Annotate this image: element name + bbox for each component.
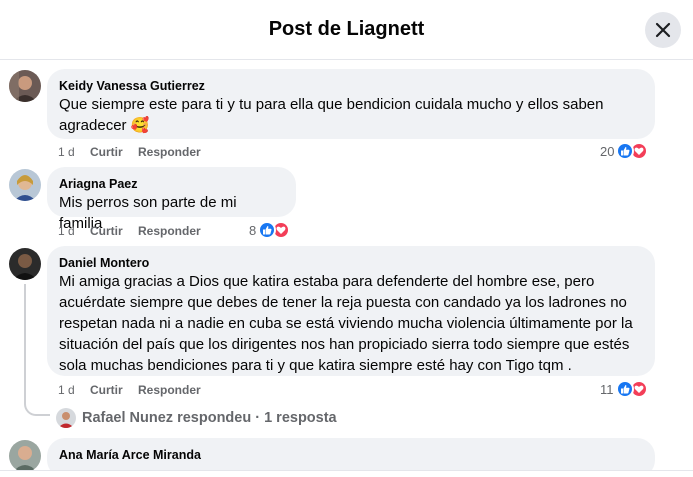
comment-text-line: respetan nada ni a nadie en cuba se está… xyxy=(59,315,633,332)
like-icon xyxy=(258,221,277,239)
comment-time[interactable]: 1 d xyxy=(58,223,75,239)
avatar[interactable] xyxy=(9,248,41,280)
comment-author[interactable]: Daniel Montero xyxy=(59,255,643,271)
reaction-count: 11 xyxy=(600,381,614,397)
comment-author[interactable]: Keidy Vanessa Gutierrez xyxy=(59,78,643,94)
dialog-title: Post de Liagnett xyxy=(268,18,425,40)
reply-action[interactable]: Responder xyxy=(138,223,201,239)
reaction-count: 8 xyxy=(249,222,257,238)
comment-author[interactable]: Ariagna Paez xyxy=(59,176,284,192)
comment-text-line: Que siempre este para ti y tu para ella … xyxy=(59,96,604,113)
like-action[interactable]: Curtir xyxy=(90,382,123,398)
comment-composer-edge xyxy=(0,470,693,477)
comment-text-line: agradecer 🥰 xyxy=(59,117,150,134)
avatar[interactable] xyxy=(9,169,41,201)
comment-text-line: sola muchas bendiciones para ti y que ka… xyxy=(59,357,572,374)
reaction-summary[interactable]: 8 xyxy=(249,221,291,239)
reply-action[interactable]: Responder xyxy=(138,144,201,160)
comment-time[interactable]: 1 d xyxy=(58,144,75,160)
comment-bubble: Keidy Vanessa Gutierrez Que siempre este… xyxy=(47,69,655,139)
comment-text-line: situación del país que los dirigentes no… xyxy=(59,336,630,353)
comment-actions: 1 d Curtir Responder xyxy=(58,144,258,160)
comment-time[interactable]: 1 d xyxy=(58,382,75,398)
comment-actions: 1 d Curtir Responder xyxy=(58,382,258,398)
comment-text-line: acuérdate siempre que debes de tener la … xyxy=(59,294,627,311)
close-icon xyxy=(655,22,671,38)
reply-action[interactable]: Responder xyxy=(138,382,201,398)
avatar[interactable] xyxy=(9,440,41,472)
like-action[interactable]: Curtir xyxy=(90,144,123,160)
reaction-count: 20 xyxy=(600,143,615,159)
comment-bubble: Daniel Montero Mi amiga gracias a Dios q… xyxy=(47,246,655,376)
comment-actions: 1 d Curtir Responder xyxy=(58,223,258,239)
dialog-header: Post de Liagnett xyxy=(0,0,693,60)
comment-bubble: Ariagna Paez Mis perros son parte de mi … xyxy=(47,167,296,232)
thread-line xyxy=(24,284,26,401)
replies-summary: Rafael Nunez respondeu · 1 resposta xyxy=(82,410,337,426)
like-action[interactable]: Curtir xyxy=(90,223,123,239)
comment-text-line: Mi amiga gracias a Dios que katira estab… xyxy=(59,273,595,290)
reaction-summary[interactable]: 20 xyxy=(600,142,649,160)
thread-connector xyxy=(24,398,50,416)
close-button[interactable] xyxy=(645,12,681,48)
comment-author[interactable]: Ana María Arce Miranda xyxy=(59,447,643,463)
like-icon xyxy=(615,380,634,398)
reaction-summary[interactable]: 11 xyxy=(600,380,648,398)
avatar[interactable] xyxy=(9,70,41,102)
reply-author-avatar xyxy=(56,408,76,428)
view-replies-link[interactable]: Rafael Nunez respondeu · 1 resposta xyxy=(56,408,337,428)
